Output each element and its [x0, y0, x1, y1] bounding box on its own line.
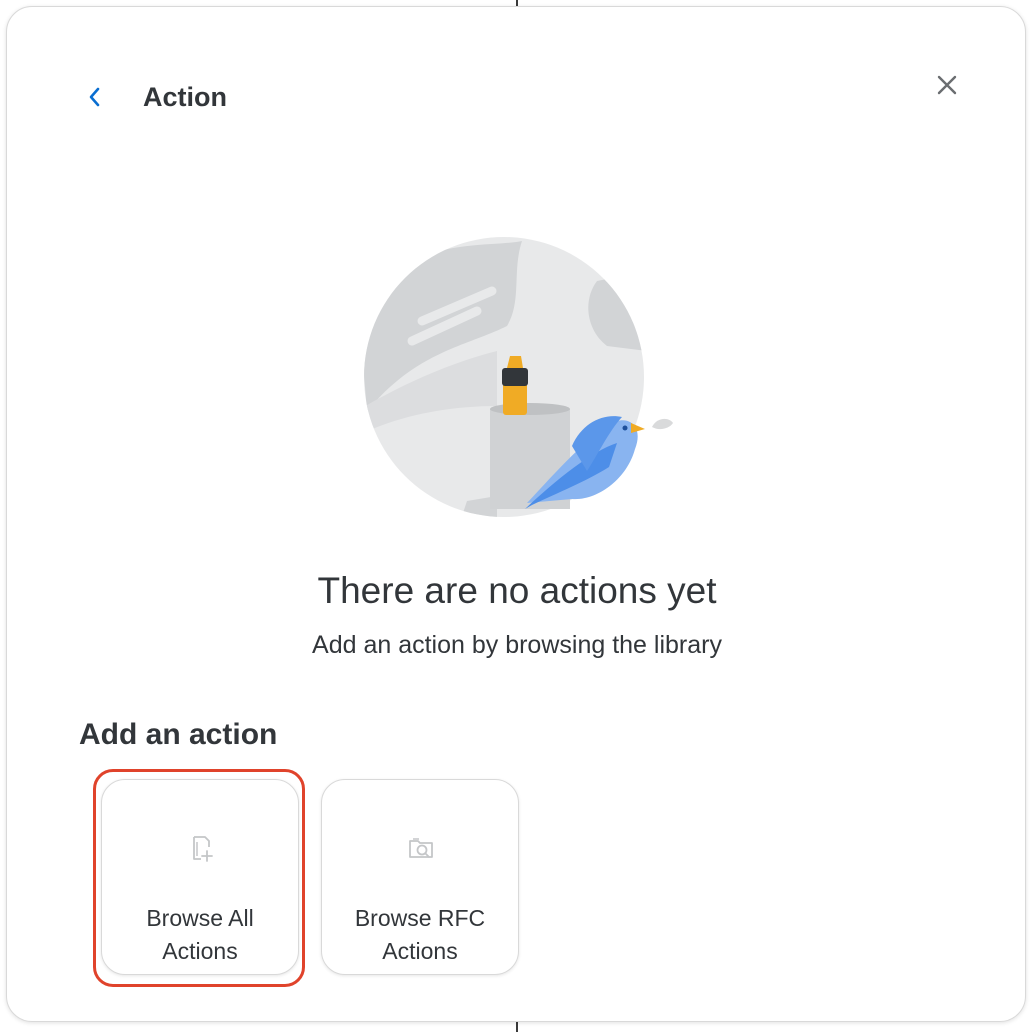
browse-rfc-actions-tile[interactable]: Browse RFC Actions	[321, 779, 519, 975]
action-dialog: Action There are no actions yet Add an a…	[6, 6, 1026, 1022]
browse-all-actions-tile[interactable]: Browse All Actions	[101, 779, 299, 975]
close-button[interactable]	[925, 63, 969, 107]
back-button[interactable]	[77, 75, 113, 119]
chevron-left-icon	[89, 87, 100, 107]
close-icon	[937, 75, 957, 95]
add-action-heading: Add an action	[79, 718, 278, 751]
backdrop-divider-bottom	[516, 1022, 518, 1032]
browse-all-actions-label: Browse All Actions	[146, 905, 254, 964]
empty-state-subtitle: Add an action by browsing the library	[312, 631, 722, 659]
dialog-title: Action	[143, 82, 227, 112]
empty-state-title: There are no actions yet	[317, 570, 717, 611]
browse-rfc-actions-label: Browse RFC Actions	[354, 905, 486, 964]
bird-and-pen-cup-illustration	[364, 237, 673, 517]
search-folder-icon	[409, 838, 433, 858]
add-document-icon	[193, 836, 213, 862]
